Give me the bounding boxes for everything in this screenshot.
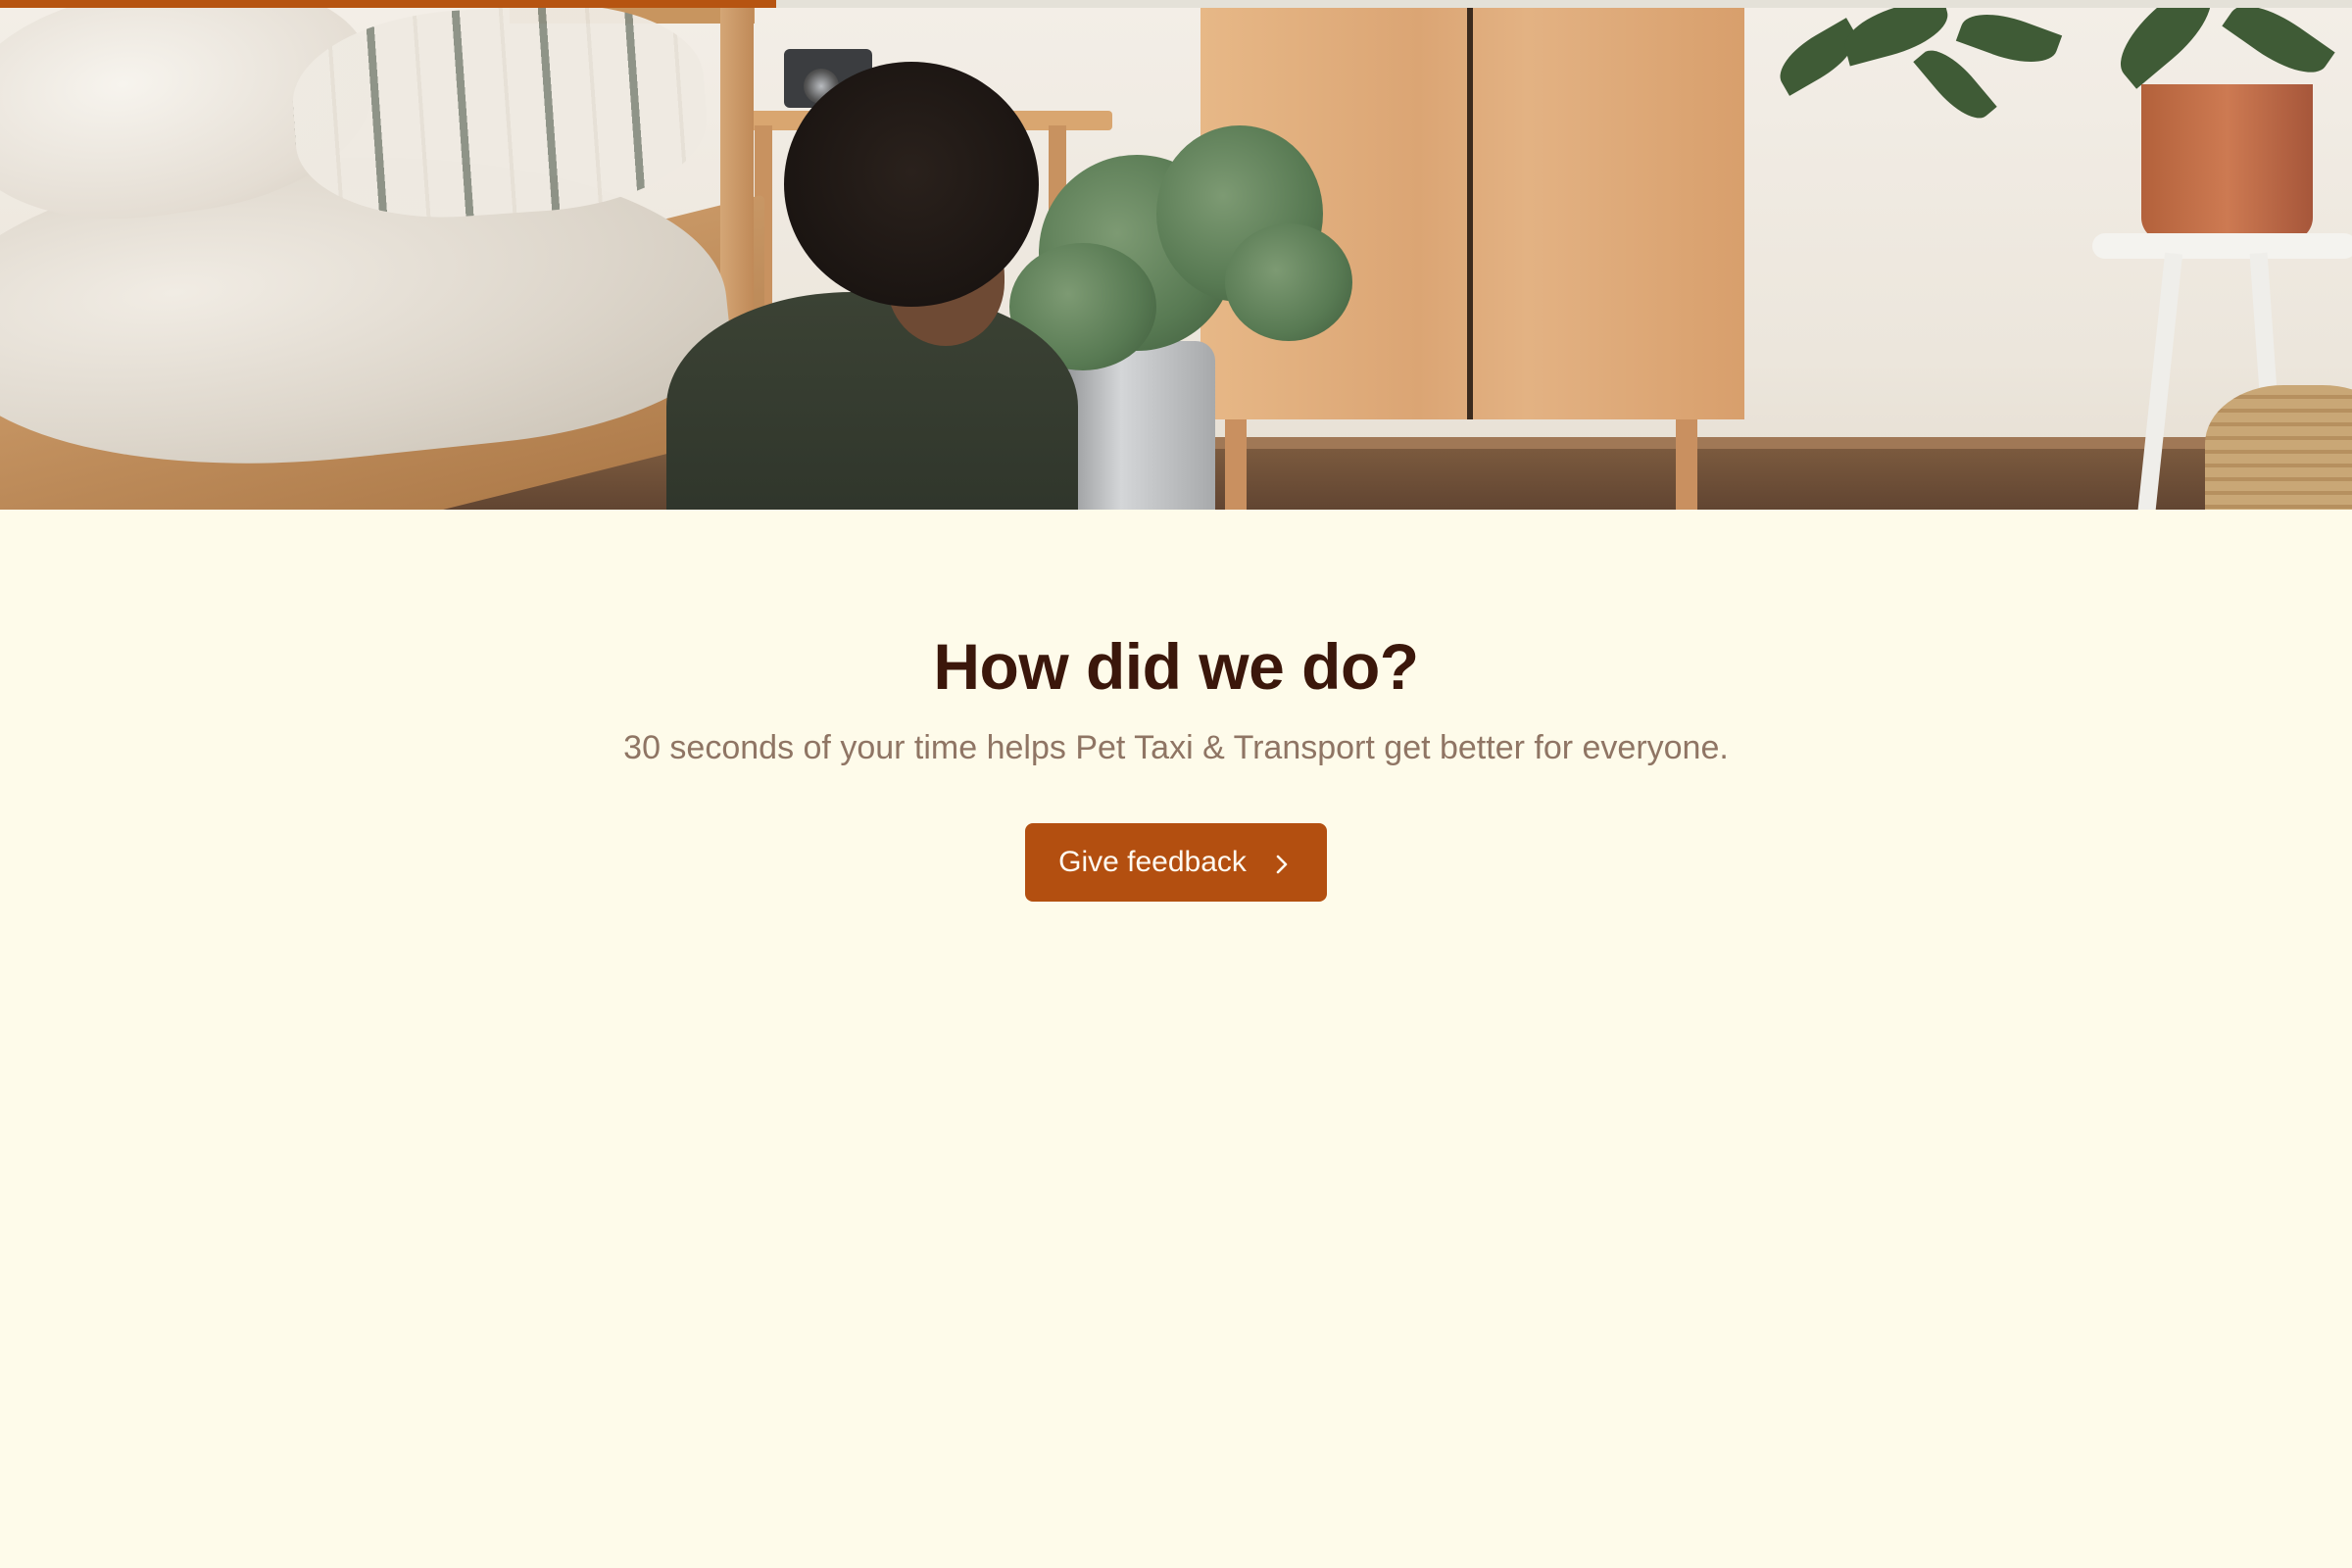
hero-image [0,8,2352,510]
plant-stand [2092,233,2352,259]
plant-pot [2141,84,2313,241]
give-feedback-label: Give feedback [1058,846,1247,878]
child [666,292,1078,510]
give-feedback-button[interactable]: Give feedback [1025,823,1327,902]
chevron-right-icon [1270,851,1294,874]
page-subtitle: 30 seconds of your time helps Pet Taxi &… [623,729,1729,766]
page-title: How did we do? [933,630,1419,703]
progress-bar-fill [0,0,776,8]
basket [2205,385,2352,510]
feedback-page: How did we do? 30 seconds of your time h… [0,0,2352,1568]
progress-bar [0,0,2352,8]
